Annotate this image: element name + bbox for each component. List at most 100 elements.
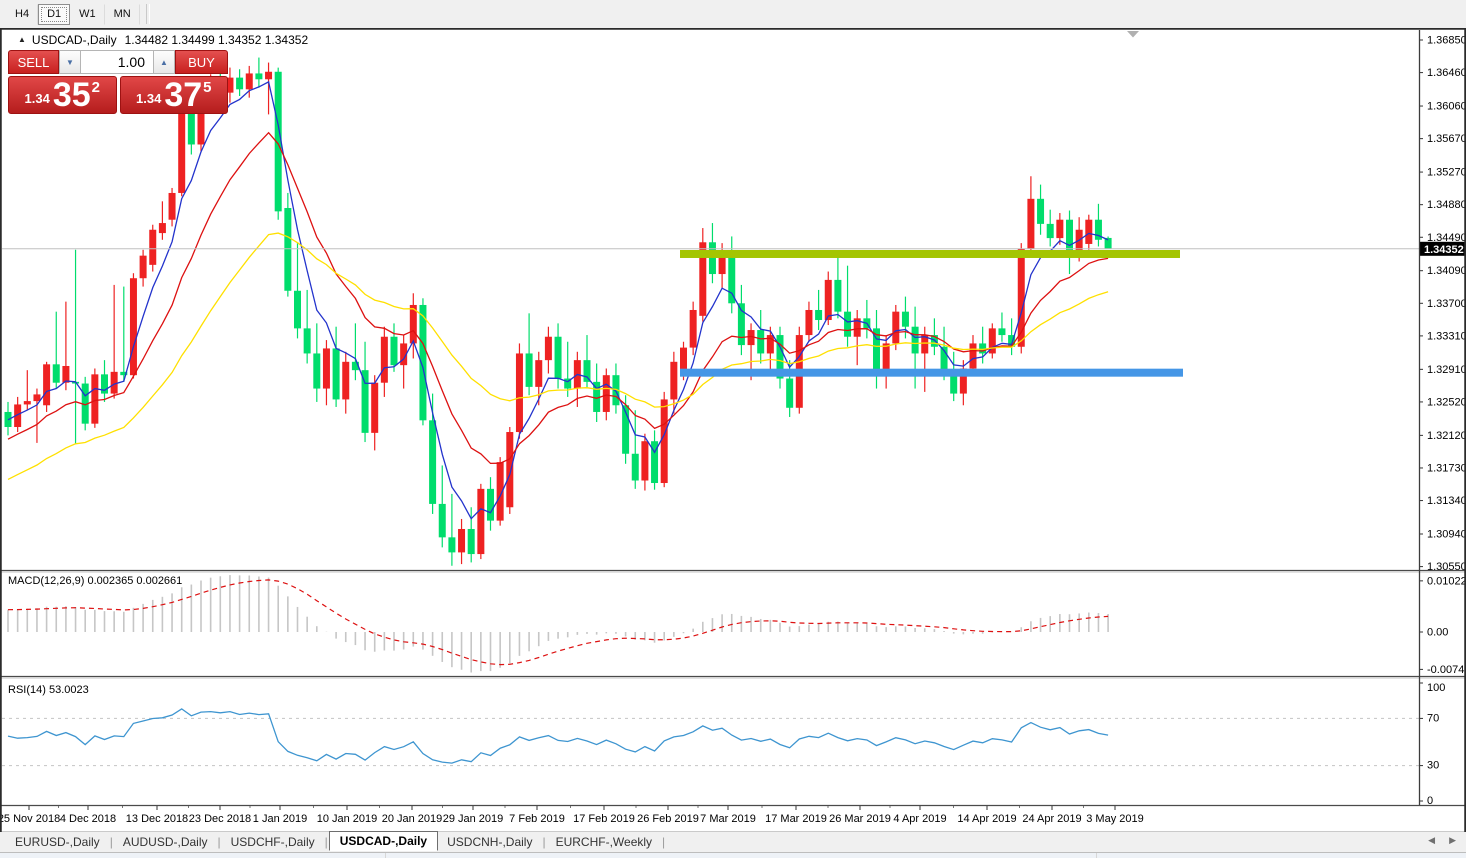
candle-body xyxy=(362,370,369,433)
chart-tab-eurusd[interactable]: EURUSD-,Daily xyxy=(6,833,109,851)
chart-background xyxy=(0,28,1466,832)
trade-controls-row: SELL ▼ 1.00 ▲ BUY xyxy=(8,50,228,74)
macd-axis-label: 0.010229 xyxy=(1427,575,1466,587)
candle-body xyxy=(246,73,253,89)
date-label: 13 Dec 2018 xyxy=(126,813,188,825)
candle-body xyxy=(188,113,195,145)
date-label: 4 Dec 2018 xyxy=(60,813,116,825)
buy-price-big: 37 xyxy=(164,80,202,110)
candle-body xyxy=(294,291,301,329)
sell-price-big: 35 xyxy=(53,80,91,110)
candle-body xyxy=(1085,220,1092,244)
price-axis-label: 1.36850 xyxy=(1427,35,1466,47)
candle-body xyxy=(661,399,668,483)
candle-body xyxy=(1066,220,1073,255)
buy-price-sup: 5 xyxy=(203,79,211,96)
candle-body xyxy=(342,362,349,400)
sell-price-sup: 2 xyxy=(92,79,100,96)
timeframe-button-w1[interactable]: W1 xyxy=(70,4,105,25)
price-axis-label: 1.31730 xyxy=(1427,462,1466,474)
candle-body xyxy=(236,78,243,90)
buy-price-panel[interactable]: 1.34 37 5 xyxy=(120,76,229,114)
candle-body xyxy=(805,310,812,335)
tab-scroll-arrows: ◀ ▶ xyxy=(1428,835,1456,846)
candle-body xyxy=(584,360,591,382)
candle-body xyxy=(1047,224,1054,238)
candle-body xyxy=(786,379,793,408)
date-label: 24 Apr 2019 xyxy=(1022,813,1081,825)
current-price-tag-text: 1.34352 xyxy=(1424,244,1464,256)
date-label: 3 May 2019 xyxy=(1086,813,1143,825)
chart-tab-bar: EURUSD-,Daily| AUDUSD-,Daily| USDCHF-,Da… xyxy=(0,832,1466,852)
candle-body xyxy=(304,328,311,353)
candle-body xyxy=(33,394,40,401)
candle-body xyxy=(43,364,50,405)
timeframe-toolbar: H4 D1 W1 MN xyxy=(0,0,1466,28)
date-label: 26 Mar 2019 xyxy=(829,813,891,825)
candle-body xyxy=(535,360,542,387)
candle-body xyxy=(912,327,919,354)
candle-body xyxy=(757,330,764,353)
sell-price-panel[interactable]: 1.34 35 2 xyxy=(8,76,117,114)
candle-body xyxy=(545,337,552,360)
volume-decrease-icon[interactable]: ▼ xyxy=(59,50,81,74)
chart-tab-usdcad[interactable]: USDCAD-,Daily xyxy=(329,831,438,851)
chart-tab-usdcnh[interactable]: USDCNH-,Daily xyxy=(438,833,541,851)
candle-body xyxy=(458,529,465,552)
candle-body xyxy=(516,353,523,432)
candle-body xyxy=(506,432,513,507)
candle-body xyxy=(255,73,262,79)
price-axis-label: 1.34880 xyxy=(1427,199,1466,211)
candle-body xyxy=(391,337,398,365)
candle-body xyxy=(323,348,330,388)
candle-body xyxy=(149,230,156,265)
chart-symbol-header: ▲USDCAD-,Daily1.34482 1.34499 1.34352 1.… xyxy=(18,33,308,47)
candle-body xyxy=(381,337,388,383)
trade-price-panels: 1.34 35 2 1.34 37 5 xyxy=(8,76,228,114)
timeframe-button-mn[interactable]: MN xyxy=(105,4,140,25)
rsi-axis-label: 100 xyxy=(1427,682,1445,694)
timeframe-button-d1[interactable]: D1 xyxy=(38,4,70,25)
chart-tab-usdchf[interactable]: USDCHF-,Daily xyxy=(222,833,324,851)
rsi-label: RSI(14) 53.0023 xyxy=(8,684,89,696)
symbol-name: USDCAD-,Daily xyxy=(32,33,117,47)
volume-increase-icon[interactable]: ▲ xyxy=(153,50,175,74)
candle-body xyxy=(1027,199,1034,249)
candle-body xyxy=(169,193,176,220)
date-label: 7 Mar 2019 xyxy=(700,813,756,825)
price-axis-label: 1.36060 xyxy=(1427,101,1466,113)
chart-tab-eurchf[interactable]: EURCHF-,Weekly xyxy=(547,833,661,851)
tab-scroll-left-icon[interactable]: ◀ xyxy=(1428,835,1435,846)
toolbar-separator xyxy=(146,4,150,24)
volume-stepper: ▼ 1.00 ▲ xyxy=(59,50,175,74)
price-axis-label: 1.35670 xyxy=(1427,133,1466,145)
date-label: 4 Apr 2019 xyxy=(893,813,946,825)
price-axis-label: 1.31340 xyxy=(1427,495,1466,507)
candle-body xyxy=(313,353,320,388)
candle-body xyxy=(178,113,185,193)
chart-tab-audusd[interactable]: AUDUSD-,Daily xyxy=(114,833,217,851)
sell-price-prefix: 1.34 xyxy=(25,91,50,106)
price-axis-label: 1.32910 xyxy=(1427,364,1466,376)
date-label: 29 Jan 2019 xyxy=(443,813,504,825)
price-axis-label: 1.30940 xyxy=(1427,529,1466,541)
sell-button[interactable]: SELL xyxy=(8,50,59,74)
candle-body xyxy=(603,375,610,412)
trading-platform-window: H4 D1 W1 MN 1.368501.364601.360601.35670… xyxy=(0,0,1466,858)
candle-body xyxy=(91,374,98,423)
price-axis-label: 1.33310 xyxy=(1427,330,1466,342)
status-divider xyxy=(1096,853,1097,858)
tab-scroll-right-icon[interactable]: ▶ xyxy=(1449,835,1456,846)
timeframe-button-h4[interactable]: H4 xyxy=(6,4,38,25)
volume-value[interactable]: 1.00 xyxy=(81,50,153,74)
chart-canvas[interactable]: 1.368501.364601.360601.356701.352701.348… xyxy=(0,28,1466,832)
candle-body xyxy=(1056,220,1063,238)
date-label: 17 Mar 2019 xyxy=(765,813,827,825)
candle-body xyxy=(883,343,890,370)
collapse-triangle-icon[interactable]: ▲ xyxy=(18,35,26,44)
candle-body xyxy=(970,343,977,368)
candle-body xyxy=(892,312,899,344)
candle-body xyxy=(468,529,475,554)
buy-button[interactable]: BUY xyxy=(175,50,228,74)
candle-body xyxy=(670,362,677,400)
